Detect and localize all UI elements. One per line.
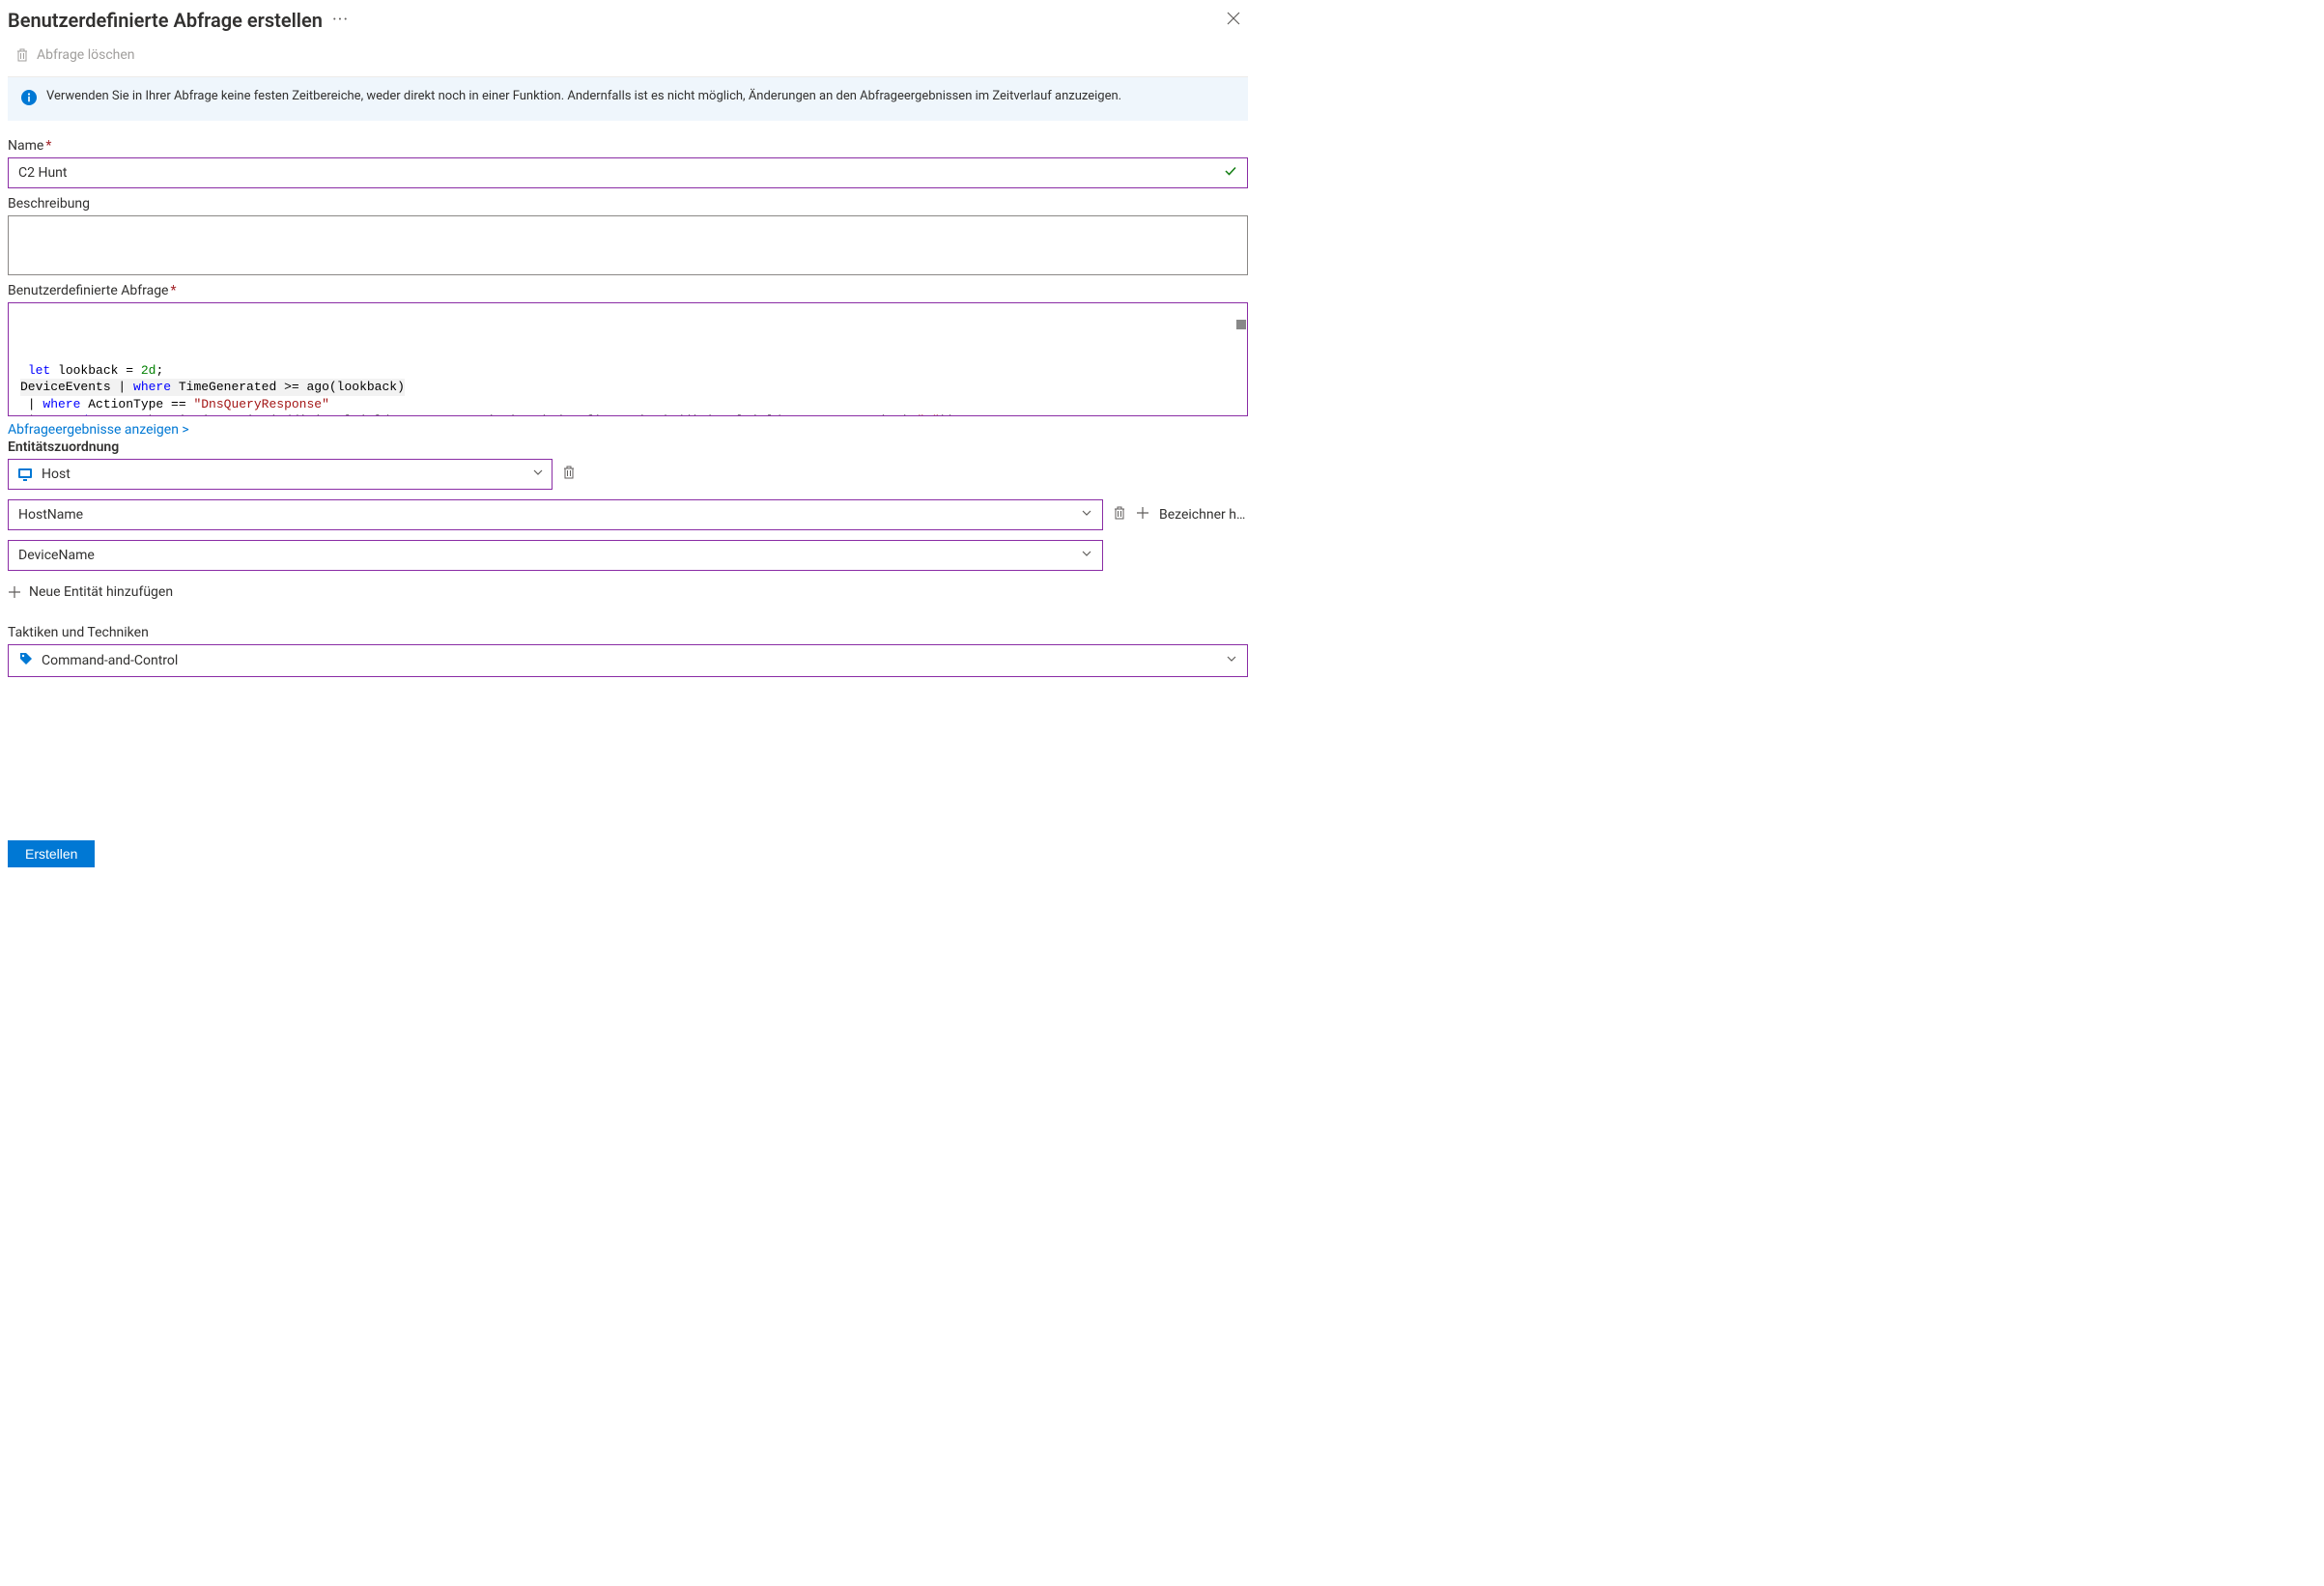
query-label: Benutzerdefinierte Abfrage* [8,283,1248,298]
trash-icon [562,465,576,480]
page-title: Benutzerdefinierte Abfrage erstellen [8,9,323,32]
validation-check-icon [1224,164,1237,182]
name-input-value: C2 Hunt [18,165,1224,181]
column-select[interactable]: DeviceName [8,540,1103,571]
add-entity-label: Neue Entität hinzufügen [29,584,173,600]
add-identifier-button[interactable] [1136,506,1149,524]
add-identifier-label: Bezeichner hi... [1159,507,1248,523]
info-banner-text: Verwenden Sie in Ihrer Abfrage keine fes… [46,89,1121,103]
name-input[interactable]: C2 Hunt [8,157,1248,188]
tactics-label: Taktiken und Techniken [8,625,1248,640]
chevron-down-icon [1081,548,1092,563]
entity-mapping-label: Entitätszuordnung [8,439,1248,455]
query-editor[interactable]: let lookback = 2d;DeviceEvents | where T… [8,302,1248,416]
chevron-down-icon [1081,507,1092,523]
tactic-tag-icon [18,651,34,670]
host-icon [16,466,34,483]
entity-type-select[interactable]: Host [8,459,553,490]
column-value: DeviceName [18,548,1075,563]
trash-icon [15,47,29,63]
delete-entity-button[interactable] [562,465,576,484]
tactics-select[interactable]: Command-and-Control [8,644,1248,677]
delete-query-label: Abfrage löschen [37,47,135,63]
identifier-select[interactable]: HostName [8,499,1103,530]
delete-identifier-button[interactable] [1113,505,1126,524]
entity-type-value: Host [42,467,526,482]
tactics-value: Command-and-Control [42,653,1220,668]
scrollbar[interactable] [1234,304,1246,414]
scrollbar-thumb[interactable] [1236,320,1246,329]
chevron-down-icon [532,467,544,482]
delete-query-button: Abfrage löschen [8,38,1248,77]
identifier-value: HostName [18,507,1075,523]
close-button[interactable] [1219,6,1248,34]
trash-icon [1113,505,1126,521]
description-input[interactable] [8,215,1248,275]
view-query-results-link[interactable]: Abfrageergebnisse anzeigen > [8,422,1248,438]
name-label: Name* [8,138,1248,154]
description-label: Beschreibung [8,196,1248,212]
plus-icon [8,585,21,599]
close-icon [1227,12,1240,25]
plus-icon [1136,506,1149,520]
more-button[interactable]: ··· [332,10,349,30]
chevron-down-icon [1226,653,1237,668]
create-button[interactable]: Erstellen [8,840,95,867]
add-entity-button[interactable]: Neue Entität hinzufügen [8,584,1248,600]
info-icon [21,90,37,109]
info-banner: Verwenden Sie in Ihrer Abfrage keine fes… [8,77,1248,121]
